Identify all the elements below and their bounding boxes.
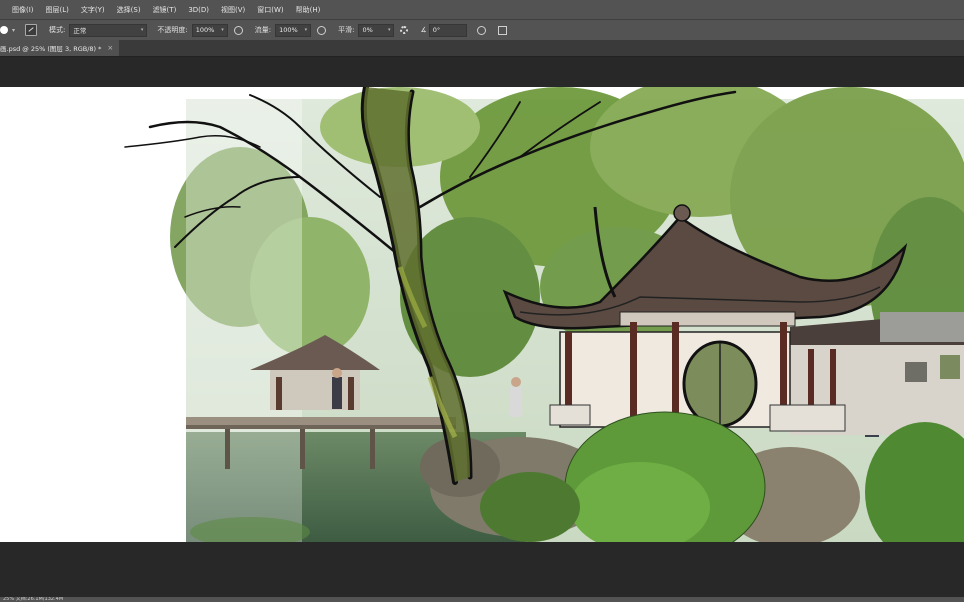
flow-value: 100% xyxy=(279,26,298,34)
menu-layer[interactable]: 图层(L) xyxy=(40,5,75,15)
menu-window[interactable]: 窗口(W) xyxy=(251,5,289,15)
flow-field[interactable]: 100% ▾ xyxy=(275,23,312,37)
options-bar: ▾ 模式: 正常 ▾ 不透明度: 100% ▾ 流量: 100% ▾ 平滑: 0… xyxy=(0,19,964,40)
brush-panel-icon[interactable] xyxy=(25,24,38,36)
opacity-value: 100% xyxy=(195,26,215,34)
angle-value: 0° xyxy=(432,26,441,34)
brush-tool-icon[interactable] xyxy=(0,26,8,34)
menu-type[interactable]: 文字(Y) xyxy=(75,5,111,15)
mode-value: 正常 xyxy=(73,27,87,35)
document-tab-title: 画.psd @ 25% (图层 3, RGB/8) * xyxy=(0,45,102,53)
smooth-value: 0% xyxy=(362,26,373,34)
opacity-label: 不透明度: xyxy=(157,26,188,34)
document-tab[interactable]: 画.psd @ 25% (图层 3, RGB/8) * × xyxy=(0,40,120,56)
brush-preset-caret-icon[interactable]: ▾ xyxy=(12,27,15,34)
flow-label: 流量: xyxy=(254,26,272,34)
mode-label: 模式: xyxy=(49,26,66,34)
pressure-size-icon[interactable] xyxy=(476,25,486,35)
smooth-field[interactable]: 0% ▾ xyxy=(358,23,395,37)
chevron-down-icon: ▾ xyxy=(140,27,144,33)
mode-select[interactable]: 正常 ▾ xyxy=(69,23,148,37)
document-tab-bar: 画.psd @ 25% (图层 3, RGB/8) * × xyxy=(0,40,964,57)
menu-bar: 图像(I) 图层(L) 文字(Y) 选择(S) 滤镜(T) 3D(D) 视图(V… xyxy=(0,0,964,19)
gear-icon[interactable] xyxy=(400,26,409,34)
menu-3d[interactable]: 3D(D) xyxy=(182,6,215,14)
menu-filter[interactable]: 滤镜(T) xyxy=(147,5,183,15)
close-icon[interactable]: × xyxy=(107,44,113,52)
smooth-label: 平滑: xyxy=(338,26,355,34)
menu-image[interactable]: 图像(I) xyxy=(6,5,40,15)
chevron-down-icon: ▾ xyxy=(304,27,308,33)
angle-icon: ∡ xyxy=(420,26,427,34)
chevron-down-icon: ▾ xyxy=(221,27,224,33)
menu-help[interactable]: 帮助(H) xyxy=(290,5,327,15)
symmetry-icon[interactable] xyxy=(497,25,507,35)
garden-artwork xyxy=(124,87,964,542)
angle-field[interactable]: 0° xyxy=(428,23,467,37)
menu-view[interactable]: 视图(V) xyxy=(215,5,251,15)
opacity-field[interactable]: 100% ▾ xyxy=(191,23,228,37)
chevron-down-icon: ▾ xyxy=(387,27,391,33)
pressure-icon[interactable] xyxy=(233,25,243,35)
menu-select[interactable]: 选择(S) xyxy=(111,5,147,15)
status-bar: 25% 文档:26.1M/132.4M xyxy=(0,597,964,602)
document-canvas[interactable] xyxy=(0,87,964,542)
airbrush-icon[interactable] xyxy=(317,25,327,35)
